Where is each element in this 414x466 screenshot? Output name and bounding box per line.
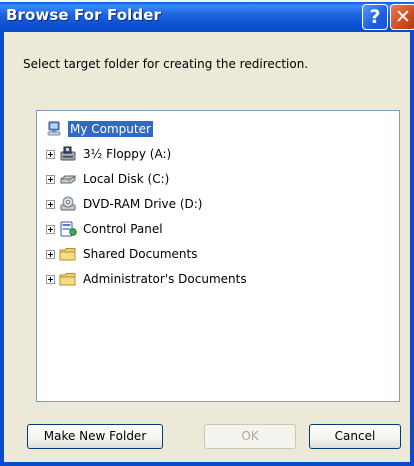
close-icon: ✕ (395, 6, 411, 28)
close-button[interactable]: ✕ (390, 4, 414, 30)
hard-disk-icon (59, 171, 77, 187)
tree-node-label: Control Panel (83, 222, 163, 236)
ok-button[interactable]: OK (204, 424, 296, 449)
tree-node-label: DVD-RAM Drive (D:) (83, 197, 203, 211)
tree-node-my-computer[interactable]: My Computer (46, 119, 153, 139)
tree-node-floppy[interactable]: 3½ Floppy (A:) (46, 144, 173, 164)
help-icon: ? (369, 6, 381, 28)
tree-node-shared-documents[interactable]: Shared Documents (46, 244, 199, 264)
expand-toggle[interactable] (46, 274, 55, 284)
folder-icon (59, 246, 77, 262)
dvd-drive-icon (59, 196, 77, 212)
tree-node-label: 3½ Floppy (A:) (83, 147, 172, 161)
tree-node-label: Administrator's Documents (83, 272, 247, 286)
help-button[interactable]: ? (362, 4, 388, 30)
floppy-drive-icon (59, 146, 77, 162)
tree-node-local-disk[interactable]: Local Disk (C:) (46, 169, 171, 189)
expand-toggle[interactable] (46, 174, 55, 184)
expand-toggle[interactable] (46, 149, 55, 159)
tree-node-label: Shared Documents (83, 247, 198, 261)
expand-toggle[interactable] (46, 199, 55, 209)
window-frame-right (410, 32, 414, 466)
title-bar[interactable]: Browse For Folder ? ✕ (0, 2, 414, 32)
tree-node-dvd-drive[interactable]: DVD-RAM Drive (D:) (46, 194, 205, 214)
expand-toggle[interactable] (46, 249, 55, 259)
make-new-folder-button[interactable]: Make New Folder (27, 424, 163, 449)
cancel-button[interactable]: Cancel (309, 424, 401, 449)
tree-node-control-panel[interactable]: Control Panel (46, 219, 165, 239)
folder-icon (59, 271, 77, 287)
control-panel-icon (59, 221, 77, 237)
folder-tree[interactable]: My Computer 3½ Floppy (A:) Local Disk (C… (36, 110, 400, 402)
my-computer-icon (46, 121, 64, 137)
window-frame-left (0, 32, 4, 466)
browse-for-folder-dialog: Browse For Folder ? ✕ Select target fold… (0, 2, 414, 466)
tree-node-label: My Computer (68, 121, 153, 137)
window-title: Browse For Folder (6, 6, 161, 24)
tree-node-administrators-documents[interactable]: Administrator's Documents (46, 269, 249, 289)
instruction-text: Select target folder for creating the re… (23, 57, 309, 71)
tree-node-label: Local Disk (C:) (83, 172, 170, 186)
window-frame-bottom (0, 462, 414, 466)
expand-toggle[interactable] (46, 224, 55, 234)
